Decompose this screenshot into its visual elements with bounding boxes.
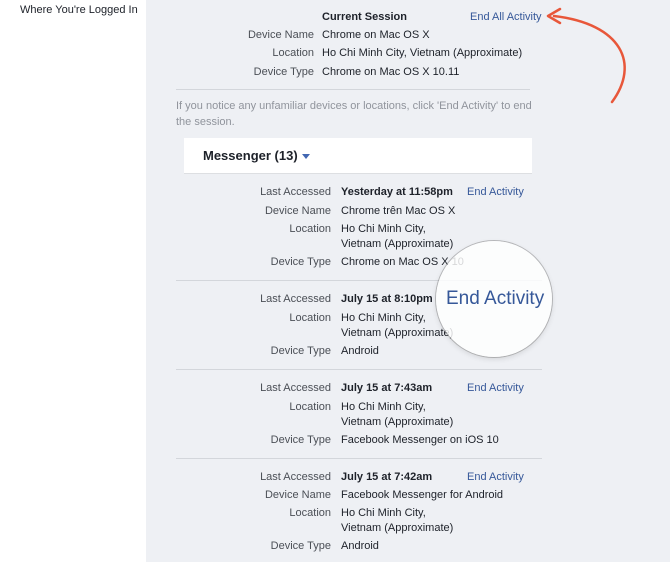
end-all-activity-link[interactable]: End All Activity [470,9,542,25]
last-accessed-value: July 15 at 7:43am [341,382,433,394]
caret-down-icon [301,154,310,160]
location-value-line1: Ho Chi Minh City, [341,507,426,519]
last-accessed-value: Yesterday at 11:58pm [341,186,453,198]
last-accessed-value: July 15 at 8:10pm [341,293,433,305]
device-type-label: Device Type [270,434,331,446]
device-type-label: Device Type [270,540,331,552]
device-type-label: Device Type [253,66,314,78]
device-type-label: Device Type [270,256,331,268]
location-value-line2: Vietnam (Approximate) [341,327,454,339]
last-accessed-label: Last Accessed [260,471,331,483]
location-label: Location [289,312,331,324]
device-name-label: Device Name [247,29,314,41]
magnifier-callout: End Activity [436,241,552,357]
location-value-line2: Vietnam (Approximate) [341,416,454,428]
notice-text: If you notice any unfamiliar devices or … [176,100,532,128]
last-accessed-label: Last Accessed [260,382,331,394]
end-activity-link[interactable]: End Activity [467,184,524,200]
divider [176,458,542,459]
device-name-label: Device Name [264,489,331,501]
location-label: Location [272,47,314,59]
device-name-value: Chrome on Mac OS X [322,29,430,41]
messenger-section-header: Messenger (13) [184,138,532,174]
curved-arrow-icon [546,7,626,104]
location-value-line1: Ho Chi Minh City, [341,223,426,235]
last-accessed-label: Last Accessed [260,293,331,305]
messenger-title: Messenger (13) [203,148,298,163]
device-type-value: Android [341,345,379,357]
end-activity-link[interactable]: End Activity [467,469,524,485]
location-label: Location [289,401,331,413]
device-name-label: Device Name [264,205,331,217]
end-activity-link[interactable]: End Activity [467,380,524,396]
current-session-title: Current Session [322,11,407,23]
location-value-line1: Ho Chi Minh City, [341,312,426,324]
last-accessed-value: July 15 at 7:42am [341,471,433,483]
messenger-dropdown-toggle[interactable]: Messenger (13) [203,148,310,163]
device-name-value: Chrome trên Mac OS X [341,205,456,217]
device-type-label: Device Type [270,345,331,357]
end-activity-link[interactable]: End Activity [446,288,544,310]
location-label: Location [289,507,331,519]
device-type-value: Facebook Messenger on iOS 10 [341,434,499,446]
divider [176,89,530,90]
device-type-value: Android [341,540,379,552]
device-name-value: Facebook Messenger for Android [341,489,504,501]
location-value-line2: Vietnam (Approximate) [341,522,454,534]
section-title: Where You're Logged In [20,4,138,16]
location-value-line2: Vietnam (Approximate) [341,238,454,250]
device-type-value: Chrome on Mac OS X 10.11 [322,66,460,78]
last-accessed-label: Last Accessed [260,186,331,198]
location-value-line1: Ho Chi Minh City, [341,401,426,413]
location-value: Ho Chi Minh City, Vietnam (Approximate) [322,47,523,59]
location-label: Location [289,223,331,235]
divider [176,369,542,370]
